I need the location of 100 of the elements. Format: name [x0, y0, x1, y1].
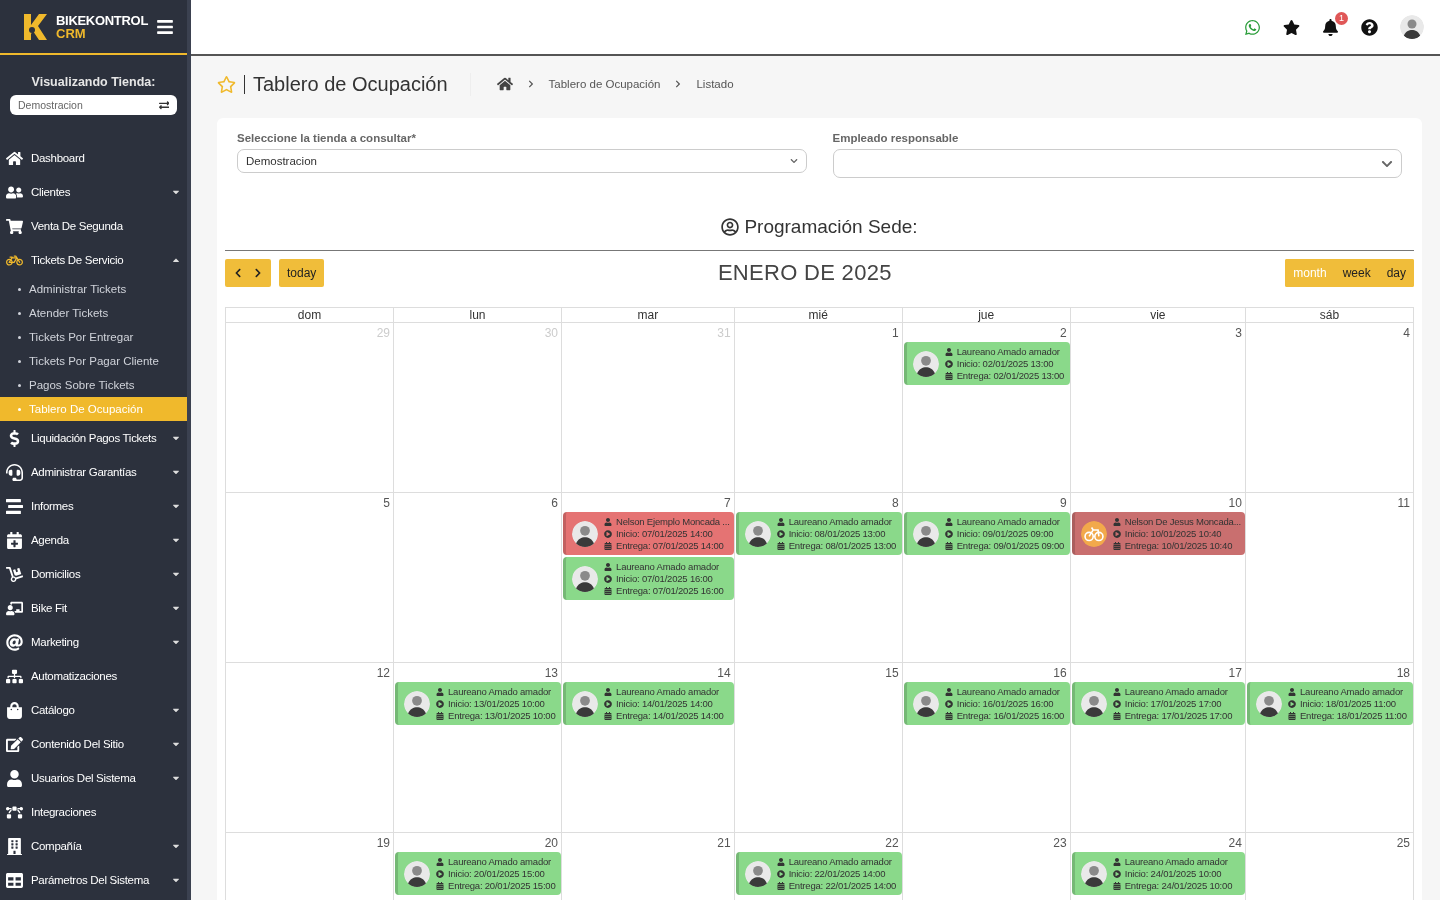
calendar-icon	[604, 586, 613, 595]
event-card[interactable]: Laureano Amado amador Inicio: 18/01/2025 11:00 Entrega: 18/01/2025 11:00	[1246, 682, 1413, 725]
house-icon[interactable]	[496, 76, 513, 92]
person-avatar	[1080, 860, 1107, 887]
person-avatar	[572, 690, 599, 717]
chevron-icon	[674, 80, 683, 88]
person-avatar	[572, 565, 599, 592]
event-card[interactable]: Laureano Amado amador Inicio: 13/01/2025 10:00 Entrega: 13/01/2025 10:00	[395, 682, 562, 725]
sidebar-item[interactable]: Liquidación Pagos Tickets	[0, 421, 187, 455]
sidebar-item[interactable]: Dashboard	[0, 141, 187, 175]
event-card[interactable]: Laureano Amado amador Inicio: 09/01/2025 09:00 Entrega: 09/01/2025 09:00	[903, 512, 1070, 555]
event-card[interactable]: Nelson De Jesus Moncada... Inicio: 10/01/2025 10:40 Entrega: 10/01/2025 10:40	[1071, 512, 1245, 555]
event-end: Entrega: 24/01/2025 10:00	[1124, 880, 1233, 891]
event-start: Inicio: 22/01/2025 14:00	[788, 868, 886, 879]
event-card[interactable]: Laureano Amado amador Inicio: 02/01/2025 13:00 Entrega: 02/01/2025 13:00	[903, 342, 1070, 385]
event-card[interactable]: Laureano Amado amador Inicio: 07/01/2025 16:00 Entrega: 07/01/2025 16:00	[563, 557, 734, 600]
event-name: Laureano Amado amador	[1299, 686, 1403, 697]
play-icon	[436, 869, 444, 878]
day-number: 21	[716, 835, 732, 850]
sidebar-item[interactable]: Clientes	[0, 175, 187, 209]
day-number: 14	[716, 665, 732, 680]
play-icon	[604, 574, 613, 583]
event-card[interactable]: Laureano Amado amador Inicio: 20/01/2025 15:00 Entrega: 20/01/2025 15:00	[395, 852, 562, 895]
edit-icon	[6, 735, 23, 753]
store-field[interactable]: Demostracion	[10, 95, 177, 115]
submenu-item[interactable]: Tickets Por Entregar	[0, 325, 187, 349]
calendar-title: ENERO DE 2025	[717, 260, 892, 286]
submenu-item[interactable]: Atender Tickets	[0, 301, 187, 325]
today-button[interactable]: today	[279, 259, 325, 287]
play-icon	[604, 699, 613, 708]
person-icon	[6, 599, 23, 617]
favorite-star-icon[interactable]	[217, 74, 245, 94]
calendar-icon	[436, 881, 444, 890]
day-number: 16	[1052, 665, 1068, 680]
event-name: Laureano Amado amador	[1124, 686, 1228, 697]
person-avatar	[404, 860, 430, 887]
prev-next-button[interactable]	[225, 259, 271, 287]
breadcrumb-link[interactable]: Listado	[696, 78, 734, 90]
star-icon[interactable]	[1283, 18, 1300, 36]
calendar-icon	[1112, 711, 1121, 720]
event-card[interactable]: Laureano Amado amador Inicio: 17/01/2025 17:00 Entrega: 17/01/2025 17:00	[1071, 682, 1245, 725]
sidebar-item[interactable]: Contenido Del Sitio	[0, 727, 187, 761]
whatsapp-icon[interactable]	[1244, 18, 1261, 36]
submenu-item[interactable]: Administrar Tickets	[0, 277, 187, 301]
sidebar-item[interactable]: Domicilios	[0, 557, 187, 591]
event-card[interactable]: Laureano Amado amador Inicio: 24/01/2025 10:00 Entrega: 24/01/2025 10:00	[1071, 852, 1245, 895]
event-card[interactable]: Nelson Ejemplo Moncada ... Inicio: 07/01/2025 14:00 Entrega: 07/01/2025 14:00	[563, 512, 734, 555]
event-end: Entrega: 20/01/2025 15:00	[448, 880, 556, 891]
submenu-item[interactable]: Tickets Por Pagar Cliente	[0, 349, 187, 373]
day-number: 22	[884, 835, 900, 850]
event-start: Inicio: 08/01/2025 13:00	[788, 528, 886, 539]
at-sign-icon	[6, 633, 23, 651]
person-avatar	[744, 860, 771, 887]
sidebar-item[interactable]: Administrar Garantías	[0, 455, 187, 489]
event-end: Entrega: 10/01/2025 10:40	[1124, 540, 1233, 551]
breadcrumb-link[interactable]: Tablero de Ocupación	[548, 78, 661, 90]
event-card[interactable]: Laureano Amado amador Inicio: 14/01/2025 14:00 Entrega: 14/01/2025 14:00	[563, 682, 734, 725]
user-icon	[604, 562, 613, 571]
event-name: Nelson Ejemplo Moncada ...	[616, 516, 730, 527]
calendar-icon	[6, 531, 23, 549]
cart-icon	[6, 217, 23, 235]
event-card[interactable]: Laureano Amado amador Inicio: 08/01/2025 13:00 Entrega: 08/01/2025 13:00	[735, 512, 902, 555]
bell-icon[interactable]	[1322, 18, 1339, 36]
dolly-icon	[6, 565, 23, 583]
event-end: Entrega: 13/01/2025 10:00	[448, 710, 556, 721]
sidebar-item[interactable]: Marketing	[0, 625, 187, 659]
menu-button[interactable]	[156, 17, 175, 36]
event-card[interactable]: Laureano Amado amador Inicio: 22/01/2025 14:00 Entrega: 22/01/2025 14:00	[735, 852, 902, 895]
sidebar-item[interactable]: Usuarios Del Sistema	[0, 761, 187, 795]
sidebar-item[interactable]: Agenda	[0, 523, 187, 557]
submenu-item[interactable]: Pagos Sobre Tickets	[0, 373, 187, 397]
person-avatar	[744, 520, 771, 547]
brand-subtitle: CRM	[56, 26, 87, 40]
sidebar-item[interactable]: Parámetros Del Sistema	[0, 863, 187, 897]
event-end: Entrega: 08/01/2025 13:00	[788, 540, 897, 551]
sidebar-item[interactable]: Automatizaciones	[0, 659, 187, 693]
event-name: Laureano Amado amador	[616, 561, 720, 572]
user-avatar	[1400, 15, 1424, 39]
sidebar-item[interactable]: Bike Fit	[0, 591, 187, 625]
day-number: 13	[543, 665, 560, 680]
event-card[interactable]: Laureano Amado amador Inicio: 16/01/2025 16:00 Entrega: 16/01/2025 16:00	[903, 682, 1070, 725]
sidebar-item[interactable]: Tickets De Servicio	[0, 243, 187, 277]
calendar-icon	[944, 711, 953, 720]
page-title: Tablero de Ocupación	[253, 72, 471, 96]
sidebar-item[interactable]: Integraciones	[0, 795, 187, 829]
sidebar-item[interactable]: Venta De Segunda	[0, 209, 187, 243]
sidebar-item[interactable]: Catálogo	[0, 693, 187, 727]
event-start: Inicio: 20/01/2025 15:00	[448, 868, 545, 879]
calendar-icon	[1287, 711, 1296, 720]
day-number: 15	[884, 665, 900, 680]
sidebar-item[interactable]: Informes	[0, 489, 187, 523]
person-avatar	[1080, 690, 1107, 717]
select-field[interactable]	[832, 149, 1402, 178]
user-avatar-button[interactable]	[1400, 15, 1424, 39]
event-start: Inicio: 13/01/2025 10:00	[448, 698, 545, 709]
sidebar-item[interactable]: Compañía	[0, 829, 187, 863]
user-icon	[1112, 517, 1121, 526]
help-icon[interactable]	[1361, 18, 1378, 36]
select-field[interactable]: Demostracion	[237, 149, 807, 173]
day-number: 2	[1059, 325, 1068, 340]
